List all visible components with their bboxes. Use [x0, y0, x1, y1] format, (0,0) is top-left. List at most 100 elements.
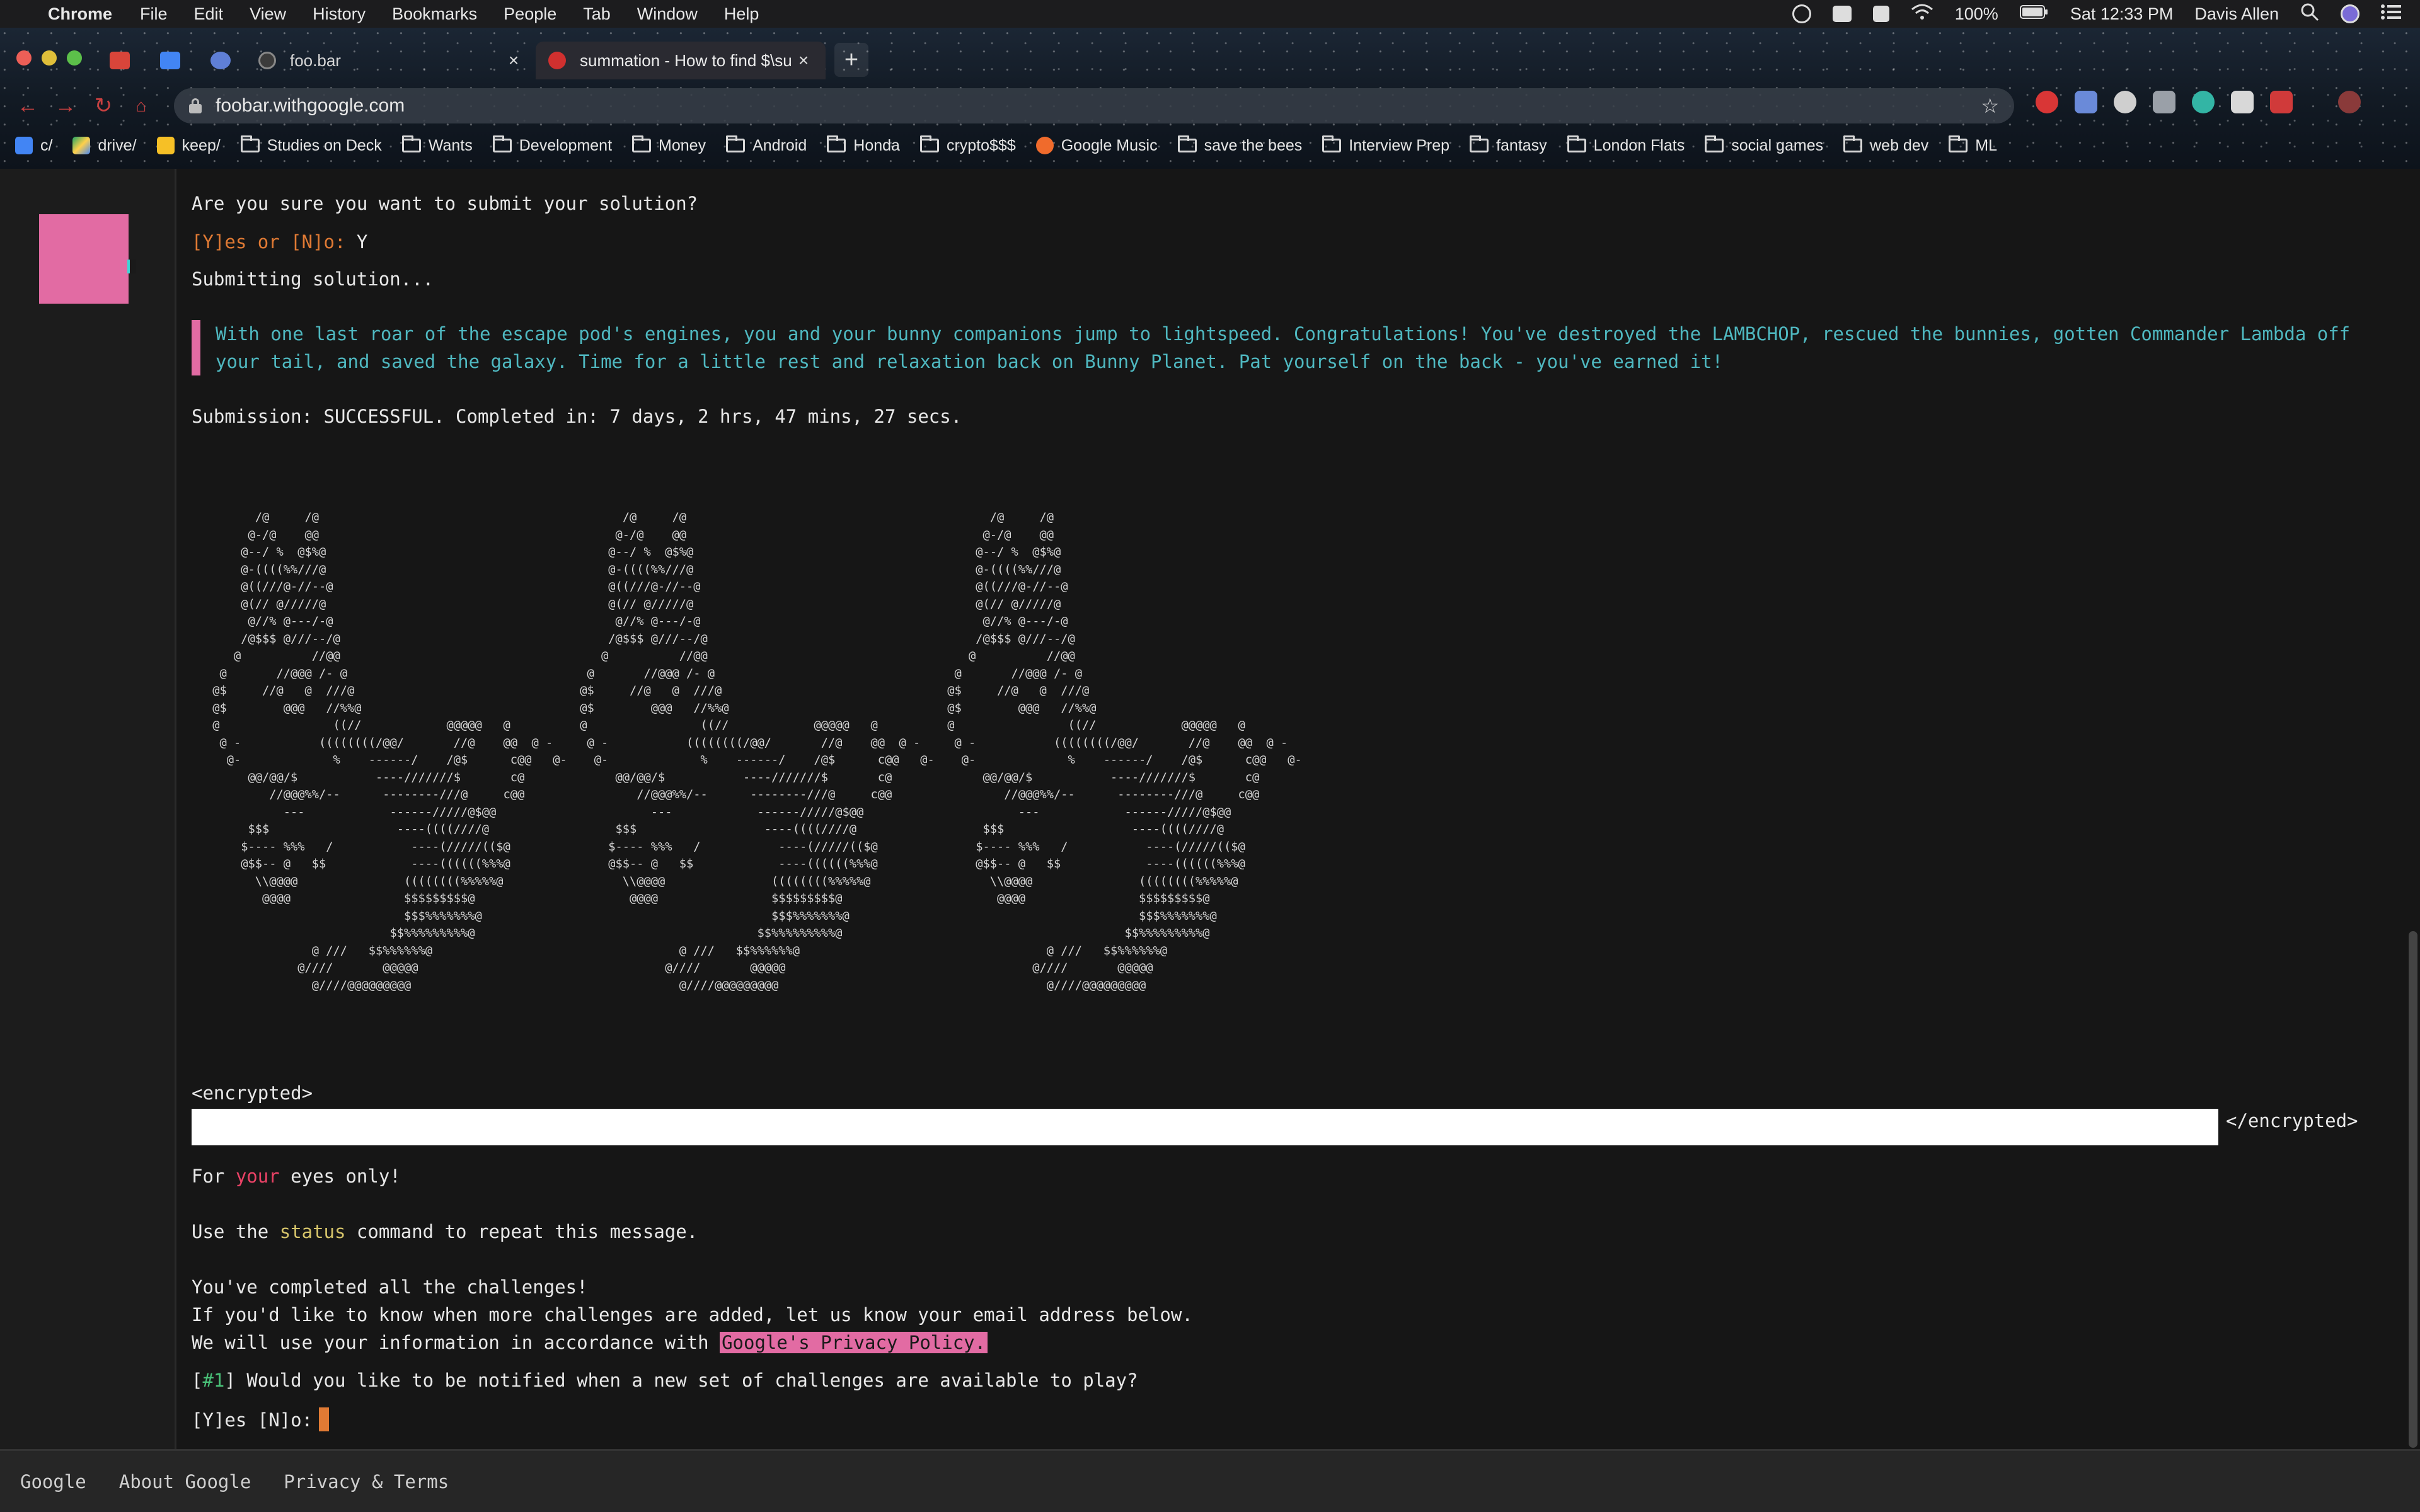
menubar-clock[interactable]: Sat 12:33 PM: [2070, 4, 2174, 24]
bookmark-web-dev[interactable]: web dev: [1843, 135, 1928, 155]
bookmark-studies-on-deck[interactable]: Studies on Deck: [240, 135, 382, 155]
confirm-prompt: [Y]es or [N]o: Y: [192, 231, 368, 253]
tab-close-icon[interactable]: ×: [794, 50, 813, 71]
siri-icon[interactable]: [2341, 4, 2360, 23]
extension-3-icon[interactable]: [2114, 91, 2136, 113]
calendar-icon: [15, 137, 33, 154]
encrypted-message-box[interactable]: [192, 1109, 2218, 1145]
status-s-icon[interactable]: [1872, 6, 1889, 22]
bookmark-honda[interactable]: Honda: [827, 135, 900, 155]
bookmark-android[interactable]: Android: [726, 135, 807, 155]
privacy-line: We will use your information in accordan…: [192, 1332, 988, 1353]
bookmark-google-music[interactable]: Google Music: [1035, 137, 1158, 155]
privacy-policy-link[interactable]: Google's Privacy Policy.: [720, 1332, 988, 1353]
extension-4-icon[interactable]: [2153, 91, 2175, 113]
footer-link-privacy-terms[interactable]: Privacy & Terms: [284, 1471, 449, 1492]
address-bar[interactable]: foobar.withgoogle.com ☆: [174, 88, 2014, 123]
menu-tab[interactable]: Tab: [583, 4, 611, 24]
status-app-icon[interactable]: [1832, 6, 1852, 22]
window-minimize-button[interactable]: [42, 50, 57, 66]
home-icon[interactable]: ⌂: [122, 87, 160, 125]
final-prompt-line[interactable]: [Y]es [N]o:: [192, 1407, 330, 1431]
folder-icon: [492, 135, 512, 152]
folder-icon: [240, 135, 260, 152]
menu-file[interactable]: File: [140, 4, 168, 24]
scrollbar-thumb[interactable]: [2409, 931, 2417, 1448]
tab-foobar[interactable]: foo.bar ×: [246, 42, 536, 79]
menubar-user[interactable]: Davis Allen: [2194, 4, 2279, 24]
avatar-eye: [127, 260, 136, 273]
folder-icon: [1949, 135, 1968, 152]
bookmark-c[interactable]: c/: [15, 137, 52, 155]
wifi-icon[interactable]: [1911, 3, 1933, 25]
footer-link-about-google[interactable]: About Google: [119, 1471, 251, 1492]
bookmark-ml[interactable]: ML: [1949, 135, 1997, 155]
menu-bookmarks[interactable]: Bookmarks: [392, 4, 477, 24]
folder-icon: [632, 135, 652, 152]
tab-strip: foo.bar × summation - How to find $\su ×…: [95, 39, 868, 79]
bookmark-fantasy[interactable]: fantasy: [1470, 135, 1547, 155]
pinned-tab-gmail[interactable]: [95, 42, 145, 79]
menu-view[interactable]: View: [250, 4, 286, 24]
folder-icon: [1705, 135, 1724, 152]
app-icon: [210, 52, 231, 69]
terminal-cursor[interactable]: [319, 1407, 330, 1431]
menu-people[interactable]: People: [504, 4, 556, 24]
bookmark-social-games[interactable]: social games: [1705, 135, 1823, 155]
window-close-button[interactable]: [16, 50, 32, 66]
footer-link-google[interactable]: Google: [20, 1471, 86, 1492]
extension-2-icon[interactable]: [2075, 91, 2097, 113]
page-footer: Google About Google Privacy & Terms: [0, 1449, 2420, 1512]
battery-icon[interactable]: [2019, 4, 2049, 24]
tab-close-icon[interactable]: ×: [504, 50, 523, 71]
extension-1-icon[interactable]: [2036, 91, 2058, 113]
forward-arrow-icon[interactable]: →: [47, 87, 84, 125]
bookmark-keep[interactable]: keep/: [156, 137, 221, 155]
folder-icon: [919, 135, 939, 152]
gmail-icon: [110, 52, 130, 69]
calendar-icon: [160, 52, 180, 69]
extension-7-icon[interactable]: [2270, 91, 2293, 113]
back-arrow-icon[interactable]: ←: [9, 87, 47, 125]
status-circle-icon[interactable]: [1792, 4, 1811, 23]
menu-history[interactable]: History: [313, 4, 366, 24]
macos-menu-bar: Chrome File Edit View History Bookmarks …: [0, 0, 2420, 28]
spotlight-search-icon[interactable]: [2300, 3, 2319, 26]
completed-line: You've completed all the challenges!: [192, 1276, 588, 1298]
bookmark-wants[interactable]: Wants: [401, 135, 473, 155]
extension-6-icon[interactable]: [2231, 91, 2254, 113]
folder-icon: [1322, 135, 1342, 152]
menu-window[interactable]: Window: [637, 4, 698, 24]
extension-5-icon[interactable]: [2192, 91, 2215, 113]
profile-avatar-icon[interactable]: [2338, 91, 2361, 113]
folder-icon: [1843, 135, 1863, 152]
menu-help[interactable]: Help: [724, 4, 759, 24]
bookmark-london-flats[interactable]: London Flats: [1567, 135, 1685, 155]
bookmark-interview-prep[interactable]: Interview Prep: [1322, 135, 1449, 155]
tab-favicon-icon: [258, 52, 276, 69]
bookmark-crypto[interactable]: crypto$$$: [919, 135, 1016, 155]
menu-edit[interactable]: Edit: [194, 4, 224, 24]
bookmark-money[interactable]: Money: [632, 135, 706, 155]
notification-center-icon[interactable]: [2381, 4, 2401, 25]
new-tab-button[interactable]: +: [834, 43, 868, 77]
reload-icon[interactable]: ↻: [84, 87, 122, 125]
story-message: With one last roar of the escape pod's e…: [192, 320, 2360, 375]
window-zoom-button[interactable]: [67, 50, 82, 66]
encrypted-close-tag: </encrypted>: [2226, 1110, 2358, 1131]
pinned-tab-calendar[interactable]: [145, 42, 195, 79]
bookmark-save-the-bees[interactable]: save the bees: [1177, 135, 1302, 155]
pinned-tab-app[interactable]: [195, 42, 246, 79]
eyes-only-line: For your eyes only!: [192, 1166, 401, 1187]
app-menu-chrome[interactable]: Chrome: [48, 4, 112, 24]
keep-icon: [156, 137, 175, 154]
left-sidebar: [0, 169, 176, 1449]
bookmarks-bar: c/ drive/ keep/ Studies on Deck Wants De…: [15, 130, 1997, 161]
battery-percent[interactable]: 100%: [1955, 4, 1998, 24]
submitting-line: Submitting solution...: [192, 268, 434, 290]
bookmark-development[interactable]: Development: [492, 135, 612, 155]
tab-summation[interactable]: summation - How to find $\su ×: [536, 42, 826, 79]
bookmark-drive[interactable]: drive/: [72, 137, 137, 155]
bookmark-star-icon[interactable]: ☆: [1981, 94, 1999, 118]
lock-icon[interactable]: [189, 98, 202, 113]
